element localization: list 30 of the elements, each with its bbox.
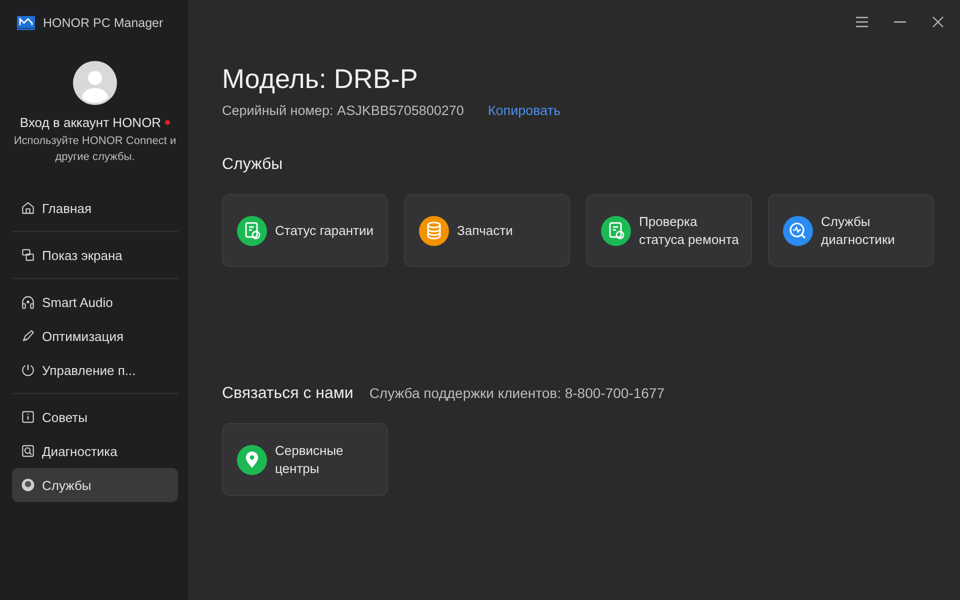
nav-item[interactable]: Smart Audio — [12, 285, 178, 319]
nav-item[interactable]: Главная — [12, 191, 178, 225]
model-title: Модель: DRB-P — [222, 64, 419, 95]
logo-icon — [17, 16, 35, 30]
section-heading: Связаться с нами — [222, 385, 354, 403]
service-card[interactable]: Службы диагностики — [768, 194, 934, 267]
nav-item[interactable]: Службы — [12, 468, 178, 502]
search-icon — [20, 443, 36, 459]
headphones-icon — [20, 294, 36, 310]
copy-link[interactable]: Копировать — [488, 103, 561, 118]
section-heading: Службы — [222, 156, 284, 174]
hotline-text: Служба поддержки клиентов: 8-800-700-1677 — [369, 385, 664, 401]
account-subtitle: Используйте HONOR Connect и другие службы. — [12, 134, 178, 165]
nav-item[interactable]: Показ экрана — [12, 238, 178, 272]
home-icon — [20, 200, 36, 216]
avatar-icon[interactable] — [73, 61, 117, 105]
nav-item[interactable]: Диагностика — [12, 434, 178, 468]
nav-item[interactable]: Оптимизация — [12, 319, 178, 353]
app-title: HONOR PC Manager — [43, 16, 164, 30]
account-title[interactable]: Вход в аккаунт HONOR — [20, 115, 162, 130]
nav-item[interactable]: Управление п... — [12, 353, 178, 387]
service-card[interactable]: Запчасти — [404, 194, 570, 267]
service-card[interactable]: Статус гарантии — [222, 194, 388, 267]
info-icon — [20, 409, 36, 425]
serial-number: Серийный номер: ASJKBB5705800270 — [222, 103, 464, 118]
power-icon — [20, 362, 36, 378]
nav-item[interactable]: Советы — [12, 400, 178, 434]
screens-icon — [20, 247, 36, 263]
service-card[interactable]: Сервисные центры — [222, 423, 388, 496]
service-card[interactable]: Проверка статуса ремонта — [586, 194, 752, 267]
